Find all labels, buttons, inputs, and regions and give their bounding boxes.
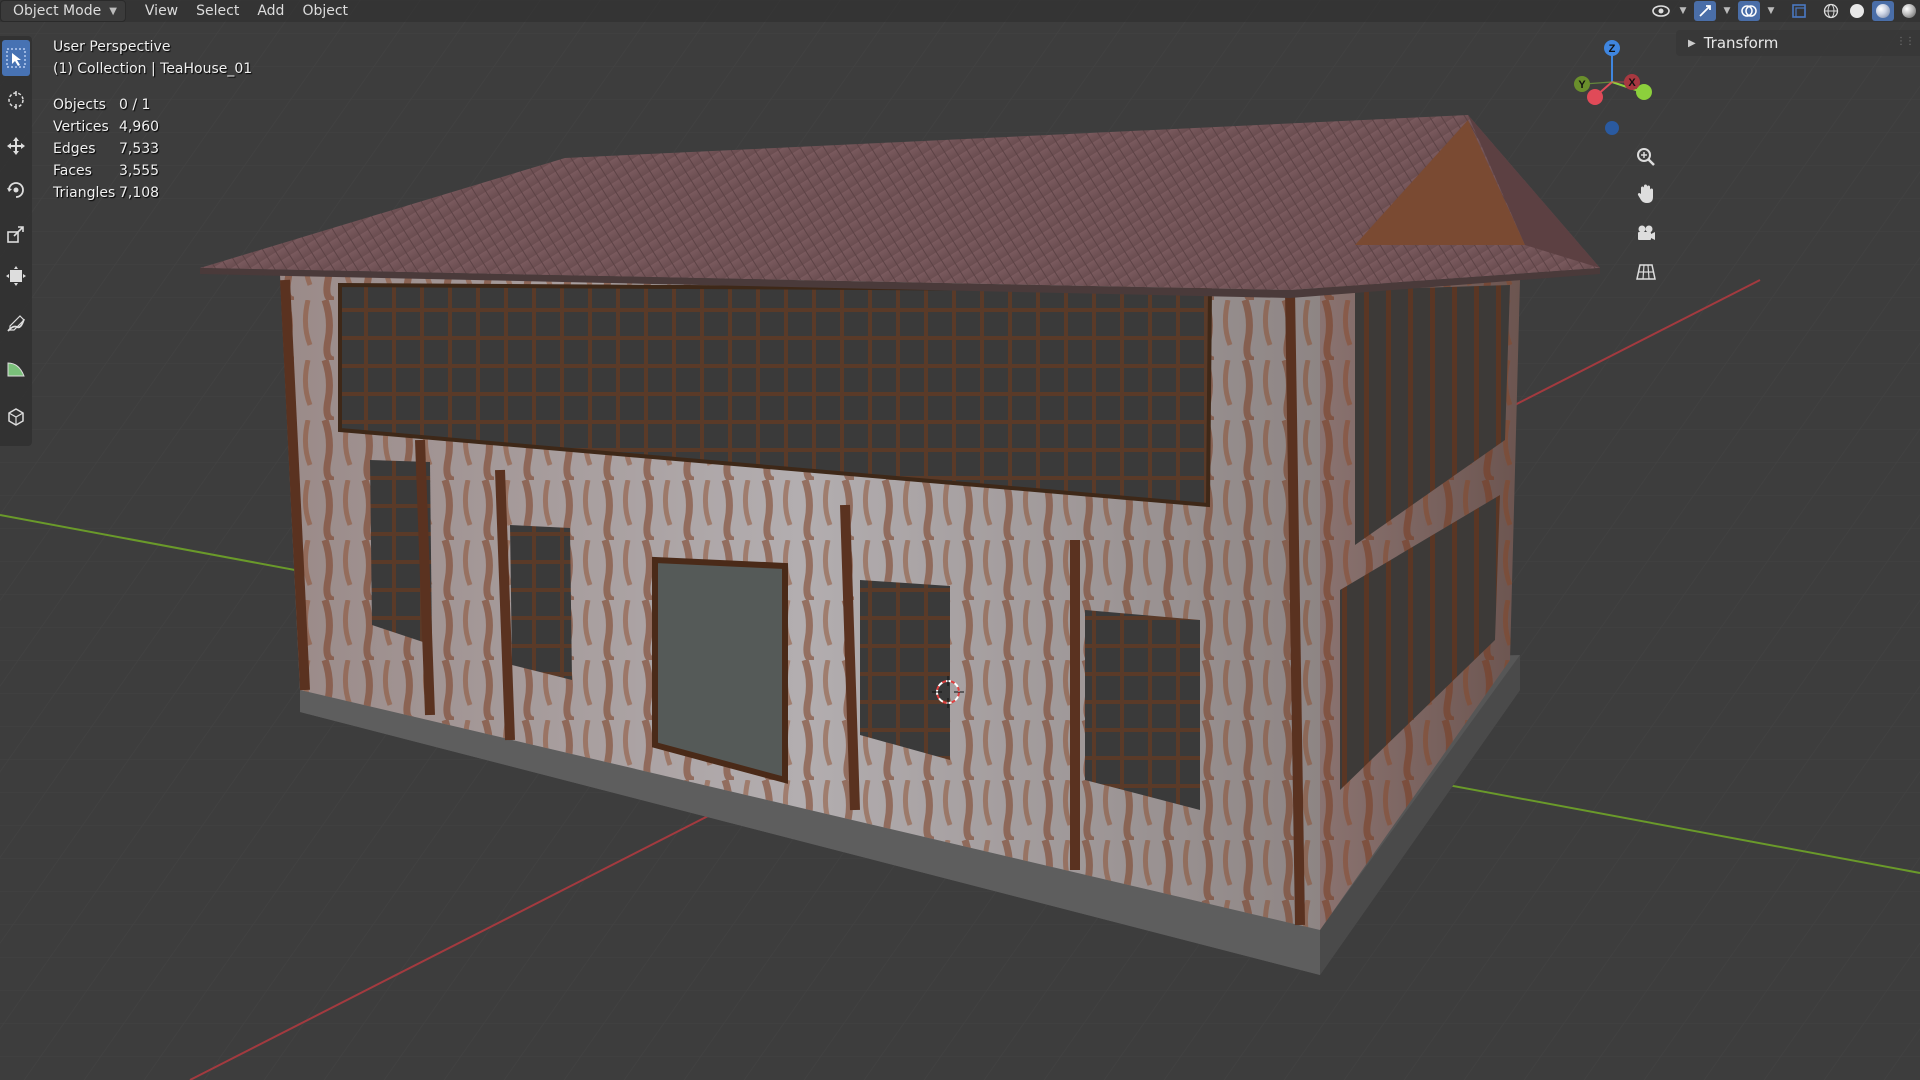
stat-row: Vertices 4,960 [53,116,159,138]
rotate-icon[interactable] [2,172,30,208]
stat-label: Faces [53,163,92,179]
gizmo-z-neg-handle [1605,121,1619,135]
chevron-down-icon: ▼ [109,5,117,17]
drag-handle-icon[interactable]: ⋮⋮ [1896,36,1915,47]
menu-select[interactable]: Select [187,1,248,21]
pan-hand-icon[interactable] [1630,178,1662,210]
stat-value: 7,108 [119,185,160,201]
viewport-info: User Perspective (1) Collection | TeaHou… [53,36,252,80]
move-icon[interactable] [2,128,30,164]
rendered-shading-icon[interactable] [1898,1,1920,21]
stat-row: Edges 7,533 [53,138,159,160]
transform-icon[interactable] [2,258,30,294]
transform-panel-header[interactable]: ▶ Transform ⋮⋮ [1676,30,1920,56]
tool-shelf [0,36,32,446]
gizmo-z-label: Z [1609,43,1616,55]
menu-add[interactable]: Add [248,1,293,21]
stat-row: Objects 0 / 1 [53,94,159,116]
stat-value: 7,533 [119,141,160,157]
gizmo-x-label: X [1628,77,1636,89]
stat-label: Objects [53,97,106,113]
chevron-down-icon[interactable]: ▼ [1764,6,1778,16]
navigation-gizmo[interactable]: Z Y X [1560,30,1670,140]
stat-row: Triangles 7,108 [53,182,159,204]
camera-icon[interactable] [1630,217,1662,249]
stat-value: 4,960 [119,119,160,135]
visibility-eye-icon[interactable] [1650,1,1672,21]
stat-label: Triangles [53,185,116,201]
stat-value: 0 / 1 [119,97,151,113]
header-right-controls: ▼ ▼ ▼ [1650,0,1920,22]
stat-row: Faces 3,555 [53,160,159,182]
solid-shading-icon[interactable] [1846,1,1868,21]
measure-icon[interactable] [2,350,30,386]
material-shading-icon[interactable] [1872,1,1894,21]
menu-object[interactable]: Object [293,1,357,21]
transform-section-label: Transform [1703,34,1779,52]
scene-statistics: Objects 0 / 1 Vertices 4,960 Edges 7,533… [53,94,159,204]
scale-icon[interactable] [2,216,30,252]
stat-label: Vertices [53,119,109,135]
expand-triangle-icon[interactable]: ▶ [1688,38,1696,49]
gizmo-y-label: Y [1578,79,1586,91]
mode-dropdown[interactable]: Object Mode ▼ [0,0,126,22]
chevron-down-icon[interactable]: ▼ [1720,6,1734,16]
overlays-icon[interactable] [1738,1,1760,21]
xray-toggle-icon[interactable] [1788,1,1810,21]
chevron-down-icon[interactable]: ▼ [1676,6,1690,16]
zoom-icon[interactable] [1630,141,1662,173]
stat-value: 3,555 [119,163,160,179]
menu-view[interactable]: View [136,1,187,21]
perspective-label: User Perspective [53,39,171,55]
wireframe-shading-icon[interactable] [1820,1,1842,21]
gizmo-x-neg-handle [1587,89,1603,105]
add-cube-icon[interactable] [2,398,30,434]
cursor-icon[interactable] [2,82,30,118]
annotate-icon[interactable] [2,306,30,342]
mode-label: Object Mode [13,3,102,19]
ortho-grid-icon[interactable] [1630,256,1662,288]
collection-label: (1) Collection | TeaHouse_01 [53,61,253,77]
viewport-header: Object Mode ▼ View Select Add Object ▼ ▼… [0,0,1920,22]
select-box-icon[interactable] [2,40,30,76]
stat-label: Edges [53,141,96,157]
gizmo-toggle-icon[interactable] [1694,1,1716,21]
